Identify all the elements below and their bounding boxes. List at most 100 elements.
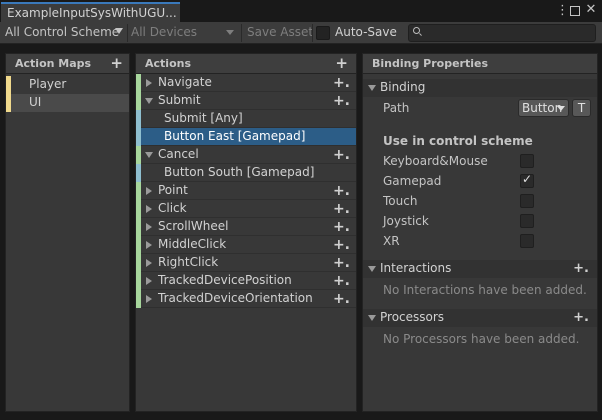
action-maps-panel: Action Maps + Player UI (5, 53, 130, 412)
action-row-click[interactable]: Click +. (136, 200, 356, 218)
expand-arrow-icon[interactable] (146, 187, 152, 195)
add-binding-button[interactable]: +. (333, 255, 350, 271)
scheme-label-keyboard-mouse: Keyboard&Mouse (383, 154, 488, 168)
add-binding-button[interactable]: +. (333, 237, 350, 253)
binding-color-bar (136, 110, 141, 128)
add-binding-button[interactable]: +. (333, 273, 350, 289)
binding-label: Submit [Any] (164, 111, 243, 125)
auto-save-checkbox[interactable] (316, 26, 330, 40)
binding-row[interactable]: Submit [Any] (136, 110, 356, 128)
binding-color-bar (136, 128, 141, 146)
action-maps-title: Action Maps (15, 57, 92, 70)
action-row-middleclick[interactable]: MiddleClick +. (136, 236, 356, 254)
add-binding-button[interactable]: +. (333, 219, 350, 235)
scheme-checkbox-joystick[interactable] (520, 214, 534, 228)
interactions-section-header[interactable]: Interactions +. (363, 260, 597, 278)
scheme-checkbox-xr[interactable] (520, 234, 534, 248)
expand-arrow-icon[interactable] (146, 295, 152, 303)
add-binding-button[interactable]: +. (333, 291, 350, 307)
add-binding-button[interactable]: +. (333, 183, 350, 199)
action-row-trackeddeviceposition[interactable]: TrackedDevicePosition +. (136, 272, 356, 290)
processors-empty-message: No Processors have been added. (383, 332, 580, 346)
maximize-icon[interactable] (570, 6, 580, 16)
action-label: TrackedDeviceOrientation (158, 291, 313, 305)
action-map-color-bar (6, 76, 11, 94)
action-color-bar (136, 290, 141, 308)
action-map-item[interactable]: Player (6, 76, 129, 94)
scheme-label-xr: XR (383, 234, 400, 248)
checkmark-icon: ✓ (522, 172, 533, 186)
action-row-cancel[interactable]: Cancel +. (136, 146, 356, 164)
save-asset-button[interactable]: Save Asset (247, 25, 313, 39)
expand-arrow-icon[interactable] (146, 277, 152, 285)
toolbar-divider (312, 24, 313, 42)
actions-header: Actions + (136, 54, 356, 74)
expand-arrow-icon[interactable] (146, 205, 152, 213)
expand-arrow-icon[interactable] (146, 259, 152, 267)
action-row-trackeddeviceorientation[interactable]: TrackedDeviceOrientation +. (136, 290, 356, 308)
collapse-arrow-icon[interactable] (145, 152, 153, 158)
binding-section-header[interactable]: Binding (363, 79, 597, 97)
action-label: MiddleClick (158, 237, 227, 251)
action-label: Click (158, 201, 187, 215)
binding-row-selected[interactable]: Button East [Gamepad] (136, 128, 356, 146)
add-action-button[interactable]: + (335, 56, 348, 71)
binding-row[interactable]: Button South [Gamepad] (136, 164, 356, 182)
control-scheme-dropdown[interactable]: All Control Scheme (5, 25, 119, 39)
action-row-submit[interactable]: Submit +. (136, 92, 356, 110)
action-color-bar (136, 200, 141, 218)
action-color-bar (136, 92, 141, 110)
action-label: ScrollWheel (158, 219, 229, 233)
text-mode-button[interactable]: T (572, 99, 591, 117)
expand-arrow-icon[interactable] (146, 223, 152, 231)
collapse-arrow-icon[interactable] (368, 85, 376, 91)
processors-section-header[interactable]: Processors +. (363, 309, 597, 327)
chevron-down-icon (557, 106, 565, 111)
expand-arrow-icon[interactable] (146, 241, 152, 249)
add-interaction-button[interactable]: +. (573, 262, 589, 276)
action-map-label: UI (29, 95, 42, 109)
action-color-bar (136, 272, 141, 290)
path-dropdown[interactable]: Button (518, 99, 569, 117)
scheme-checkbox-keyboard-mouse[interactable] (520, 154, 534, 168)
collapse-arrow-icon[interactable] (368, 315, 376, 321)
action-row-scrollwheel[interactable]: ScrollWheel +. (136, 218, 356, 236)
actions-title: Actions (145, 57, 191, 70)
action-label: Cancel (158, 147, 199, 161)
action-row-navigate[interactable]: Navigate +. (136, 74, 356, 92)
action-color-bar (136, 254, 141, 272)
collapse-arrow-icon[interactable] (368, 266, 376, 272)
add-action-map-button[interactable]: + (110, 56, 123, 71)
search-input[interactable] (408, 24, 596, 42)
auto-save-label: Auto-Save (335, 25, 397, 39)
binding-section-label: Binding (380, 80, 426, 94)
action-label: Navigate (158, 75, 212, 89)
window-tab[interactable]: ExampleInputSysWithUGU... (1, 2, 180, 23)
action-color-bar (136, 74, 141, 92)
binding-properties-panel: Binding Properties Binding Path Button T… (362, 53, 598, 412)
use-in-scheme-heading: Use in control scheme (383, 134, 533, 148)
action-row-point[interactable]: Point +. (136, 182, 356, 200)
scheme-label-gamepad: Gamepad (383, 174, 442, 188)
toolbar-divider (241, 24, 242, 42)
devices-dropdown[interactable]: All Devices (131, 25, 197, 39)
close-icon[interactable]: ✕ (585, 2, 597, 18)
add-binding-button[interactable]: +. (333, 147, 350, 163)
window-menu-icon[interactable]: ⋮ (556, 4, 569, 18)
collapse-arrow-icon[interactable] (145, 98, 153, 104)
action-maps-header: Action Maps + (6, 54, 129, 74)
action-map-label: Player (29, 77, 67, 91)
scheme-label-touch: Touch (383, 194, 418, 208)
add-binding-button[interactable]: +. (333, 93, 350, 109)
add-processor-button[interactable]: +. (573, 311, 589, 325)
action-row-rightclick[interactable]: RightClick +. (136, 254, 356, 272)
scheme-checkbox-touch[interactable] (520, 194, 534, 208)
chevron-down-icon[interactable] (115, 28, 123, 34)
chevron-down-icon[interactable] (226, 30, 234, 35)
add-binding-button[interactable]: +. (333, 201, 350, 217)
action-map-item[interactable]: UI (6, 94, 129, 112)
expand-arrow-icon[interactable] (146, 79, 152, 87)
add-binding-button[interactable]: +. (333, 75, 350, 91)
scheme-checkbox-gamepad[interactable]: ✓ (520, 172, 534, 188)
action-color-bar (136, 218, 141, 236)
